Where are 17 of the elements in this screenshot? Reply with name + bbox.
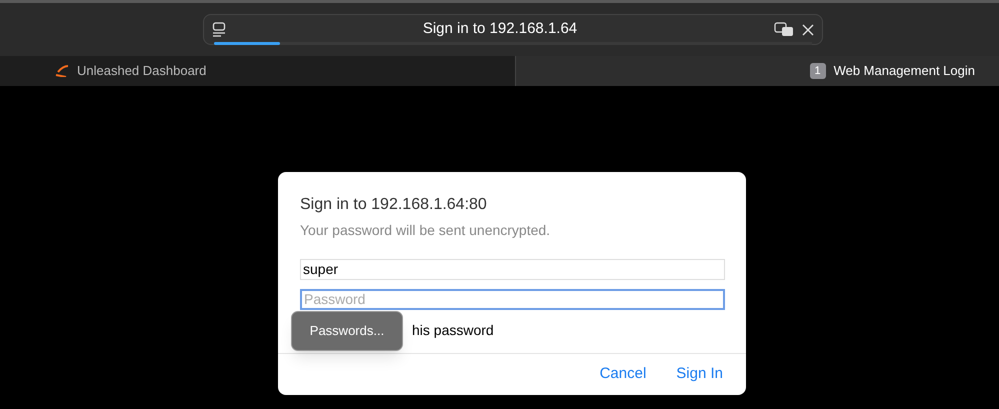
username-field[interactable]: super bbox=[300, 259, 725, 280]
cancel-button[interactable]: Cancel bbox=[600, 363, 646, 386]
close-icon[interactable] bbox=[802, 24, 814, 36]
page-title: Sign in to 192.168.1.64 bbox=[422, 19, 578, 40]
address-bar[interactable]: Sign in to 192.168.1.64 bbox=[203, 14, 823, 45]
browser-tab[interactable]: 1 Web Management Login bbox=[516, 56, 999, 86]
tab-badge: 1 bbox=[810, 63, 826, 79]
translate-icon[interactable] bbox=[774, 22, 794, 38]
reader-icon[interactable] bbox=[212, 22, 226, 38]
sign-in-button[interactable]: Sign In bbox=[676, 363, 723, 386]
password-field[interactable]: Password bbox=[300, 289, 725, 310]
dialog-title: Sign in to 192.168.1.64:80 bbox=[300, 195, 488, 215]
browser-tab[interactable]: Unleashed Dashboard bbox=[0, 56, 516, 86]
passwords-popup[interactable]: Passwords... bbox=[291, 311, 403, 351]
dialog-subtitle: Your password will be sent unencrypted. bbox=[300, 221, 552, 240]
remember-label: his password bbox=[412, 321, 495, 340]
logo-icon bbox=[55, 65, 69, 77]
